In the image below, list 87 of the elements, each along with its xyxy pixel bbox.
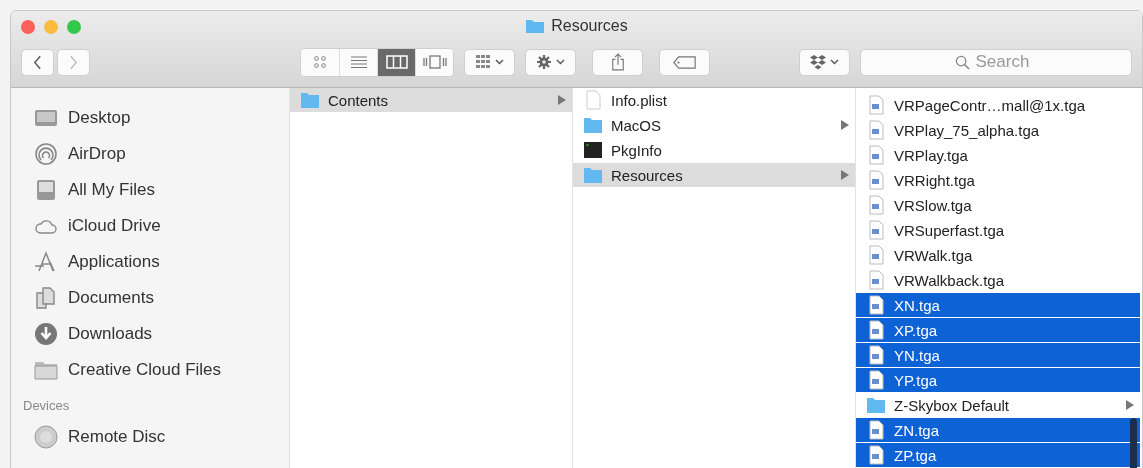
cover-flow-icon [422,55,447,69]
file-row[interactable]: VRPlay.tga [856,143,1140,167]
image-file-icon [866,120,886,140]
image-file-icon [866,345,886,365]
file-row[interactable]: VRSlow.tga [856,193,1140,217]
airdrop-icon [34,142,58,166]
document-icon [583,90,603,110]
disclosure-arrow-icon [841,170,849,180]
image-file-icon [866,270,886,290]
file-row[interactable]: YP.tga [856,368,1140,392]
folder-icon [525,18,546,34]
image-file-icon [866,170,886,190]
back-button[interactable] [21,48,54,76]
arrange-button[interactable] [464,48,515,76]
forward-button[interactable] [57,48,90,76]
folder-icon [583,115,603,135]
disclosure-arrow-icon [841,120,849,130]
sidebar-item[interactable]: Creative Cloud Files [68,360,222,380]
terminal-icon [583,140,603,160]
file-row[interactable]: VRSuperfast.tga [856,218,1140,242]
file-row[interactable]: VRPageContr…mall@1x.tga [856,93,1140,117]
folder-icon [300,90,320,110]
file-row[interactable]: MacOS [573,113,855,137]
file-row[interactable]: Z-Skybox Default [856,393,1140,417]
columns-icon [385,55,408,69]
sidebar-item[interactable]: All My Files [68,180,155,200]
share-button[interactable] [592,48,643,76]
image-file-icon [866,320,886,340]
disclosure-arrow-icon [558,95,566,105]
image-file-icon [866,445,886,465]
tag-icon [672,55,697,69]
allfiles-icon [34,178,58,202]
sidebar-item[interactable]: Remote Disc [68,427,166,447]
grid-dropdown-icon [474,54,505,70]
folder-icon [583,165,603,185]
downloads-icon [34,322,58,346]
image-file-icon [866,370,886,390]
sidebar-item[interactable]: Downloads [68,324,153,344]
search-input[interactable]: Search [975,52,1038,72]
list-icon [349,55,368,69]
file-row[interactable]: PkgInfo [573,138,855,162]
grid-icon [313,55,327,69]
close-button[interactable] [21,19,35,34]
file-row[interactable]: VRPlay_75_alpha.tga [856,118,1140,142]
back-chevron-icon [33,54,42,70]
image-file-icon [866,195,886,215]
file-row[interactable]: XP.tga [856,318,1140,342]
settings-button[interactable] [525,48,576,76]
file-row[interactable]: VRRight.tga [856,168,1140,192]
sidebar-item[interactable]: Applications [68,252,160,272]
image-file-icon [866,245,886,265]
search-field[interactable]: Search [860,48,1132,76]
view-switcher[interactable] [300,47,454,77]
zoom-button[interactable] [67,19,81,34]
file-row[interactable]: YN.tga [856,343,1140,367]
sidebar-item[interactable]: AirDrop [68,144,126,164]
sidebar-item[interactable]: Desktop [68,108,131,128]
file-row[interactable]: Info.plist [573,88,855,112]
section-heading: Devices [23,398,70,413]
tag-button[interactable] [659,48,710,76]
file-row[interactable]: XN.tga [856,293,1140,317]
sidebar-item[interactable]: Documents [68,288,154,308]
settings-icon [535,54,566,70]
columns-view-button[interactable] [377,48,415,76]
file-row[interactable]: Contents [290,88,572,112]
file-row[interactable]: ZN.tga [856,418,1140,442]
disc-icon [34,425,58,449]
image-file-icon [866,145,886,165]
image-file-icon [866,95,886,115]
image-file-icon [866,220,886,240]
file-row[interactable]: ZP.tga [856,443,1140,467]
coverflow-view-button[interactable] [415,48,453,76]
file-row[interactable]: VRWalk.tga [856,243,1140,267]
file-row[interactable]: Resources [573,163,855,187]
share-icon [610,53,625,71]
image-file-icon [866,295,886,315]
window-title: Resources [551,17,628,35]
forward-chevron-icon [69,54,78,70]
image-file-icon [866,420,886,440]
file-row[interactable]: VRWalkback.tga [856,268,1140,292]
folder-icon [866,395,886,415]
disclosure-arrow-icon [1126,400,1134,410]
sidebar-item[interactable]: iCloud Drive [68,216,161,236]
documents-icon [34,286,58,310]
box-dropdown-icon [809,54,840,70]
search-icon [954,54,970,70]
apps-icon [34,250,58,274]
